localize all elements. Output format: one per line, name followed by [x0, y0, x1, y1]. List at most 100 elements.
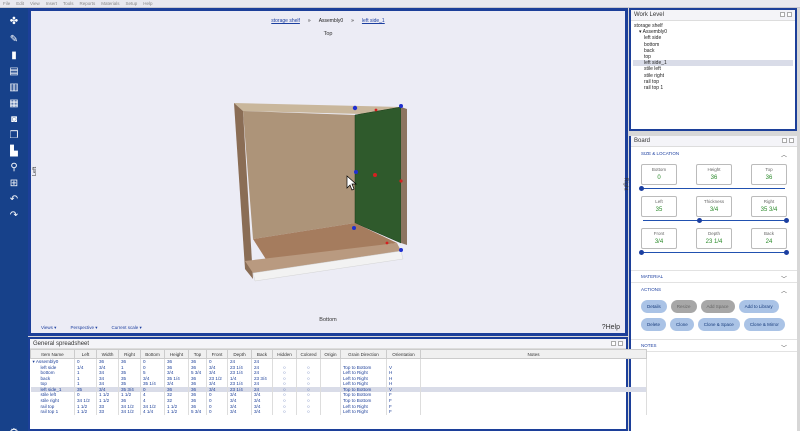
column-header[interactable]: Origin	[320, 349, 341, 359]
copy-icon[interactable]: ❐	[7, 130, 21, 142]
menu-file[interactable]: File	[3, 1, 10, 6]
column-header[interactable]: Grain Direction	[340, 349, 387, 359]
field-front[interactable]: Front 3/4	[641, 228, 677, 249]
field-value[interactable]: 3/4	[642, 239, 676, 245]
panel-close-icon[interactable]	[618, 341, 623, 346]
column-header[interactable]: Left	[74, 349, 97, 359]
field-value[interactable]: 24	[752, 239, 786, 245]
column-header[interactable]: Height	[164, 349, 189, 359]
field-left[interactable]: Left 35	[641, 196, 677, 217]
help-button[interactable]: ?Help	[602, 324, 620, 331]
column-header[interactable]: Back	[251, 349, 273, 359]
field-value[interactable]: 0	[642, 175, 676, 181]
breadcrumb-assembly[interactable]: Assembly0	[319, 18, 343, 24]
panel-restore-icon[interactable]	[782, 138, 787, 143]
column-header[interactable]: Colored	[296, 349, 321, 359]
drawer-icon[interactable]: ▤	[7, 66, 21, 78]
views-dropdown[interactable]: Views ▾	[41, 325, 56, 331]
stack-icon[interactable]: ▦	[7, 98, 21, 110]
handle-low-right[interactable]	[385, 241, 389, 245]
add-to-librarybutton[interactable]: Add to Library	[738, 300, 779, 313]
handle-bottom-left[interactable]	[352, 226, 356, 230]
breadcrumb-storage-shelf[interactable]: storage shelf	[271, 18, 300, 24]
field-back[interactable]: Back 24	[751, 228, 787, 249]
field-thickness[interactable]: Thickness 3/4	[696, 196, 732, 217]
handle-bottom-right[interactable]	[399, 248, 403, 252]
slider-knob[interactable]	[784, 218, 789, 223]
field-right[interactable]: Right 35 3/4	[751, 196, 787, 217]
chevron-up-icon[interactable]: ︿	[781, 150, 787, 159]
column-header[interactable]: Bottom	[140, 349, 165, 359]
assembly-icon[interactable]: ✤	[7, 16, 21, 28]
field-depth[interactable]: Depth 23 1/4	[696, 228, 732, 249]
menu-reports[interactable]: Reports	[80, 1, 96, 6]
slider-knob[interactable]	[639, 186, 644, 191]
chevron-down-icon[interactable]: ﹀	[781, 343, 787, 352]
actions-header[interactable]: ACTIONS ︿	[631, 283, 797, 296]
column-header[interactable]: Width	[96, 349, 119, 359]
tree-item[interactable]: rail top 1	[633, 85, 793, 91]
settings-icon[interactable]: ⚙	[9, 426, 19, 431]
cabinet-right-edge[interactable]	[401, 107, 407, 245]
table-row[interactable]: rail top 11 1/2 33 34 1/2 4 1/4 1 1/2 5 3/4 0 3…	[30, 409, 647, 415]
range-slider[interactable]	[639, 185, 789, 192]
menu-edit[interactable]: Edit	[16, 1, 24, 6]
slider-knob[interactable]	[784, 250, 789, 255]
menu-help[interactable]: Help	[143, 1, 152, 6]
cabinet-3d-model[interactable]	[31, 11, 625, 333]
chevron-down-icon[interactable]: ﹀	[781, 274, 787, 283]
menu-materials[interactable]: Materials	[101, 1, 119, 6]
shelf-icon[interactable]: ▥	[7, 82, 21, 94]
panel-restore-icon[interactable]	[780, 12, 785, 17]
align-icon[interactable]: ▙	[7, 146, 21, 158]
ruler-icon[interactable]: ✎	[7, 34, 21, 46]
field-value[interactable]: 23 1/4	[697, 239, 731, 245]
scale-dropdown[interactable]: Current scale ▾	[111, 325, 141, 331]
clone-spacebutton[interactable]: Clone & Space	[697, 318, 740, 331]
deletebutton[interactable]: Delete	[641, 318, 667, 331]
detailsbutton[interactable]: Details	[641, 300, 667, 313]
cabinet-back-panel[interactable]	[243, 111, 355, 239]
field-value[interactable]: 36	[697, 175, 731, 181]
slider-knob[interactable]	[639, 250, 644, 255]
redo-icon[interactable]: ↷	[7, 210, 21, 222]
chevron-up-icon[interactable]: ︿	[781, 286, 787, 295]
panel-restore-icon[interactable]	[611, 341, 616, 346]
size-location-header[interactable]: SIZE & LOCATION ︿	[631, 147, 797, 160]
field-value[interactable]: 3/4	[697, 207, 731, 213]
handle-top-right[interactable]	[399, 104, 403, 108]
menu-tools[interactable]: Tools	[63, 1, 74, 6]
handle-mid-right[interactable]	[399, 179, 403, 183]
column-header[interactable]: Hidden	[272, 349, 297, 359]
handle-top-mid[interactable]	[374, 108, 378, 112]
slider-knob[interactable]	[697, 218, 702, 223]
handle-top-left[interactable]	[352, 105, 358, 111]
column-header[interactable]: Orientation	[386, 349, 421, 359]
range-slider[interactable]	[639, 217, 789, 224]
material-header[interactable]: MATERIAL ﹀	[631, 270, 797, 283]
breadcrumb-left-side-1[interactable]: left side_1	[362, 18, 385, 24]
panel-icon[interactable]: ▮	[7, 50, 21, 62]
undo-icon[interactable]: ↶	[7, 194, 21, 206]
field-value[interactable]: 35 3/4	[752, 207, 786, 213]
column-header[interactable]: Top	[188, 349, 207, 359]
column-header[interactable]: Depth	[227, 349, 252, 359]
column-header[interactable]: Item Name	[30, 349, 75, 359]
notes-header[interactable]: NOTES ﹀	[631, 339, 797, 352]
camera-icon[interactable]: ◙	[7, 114, 21, 126]
menu-insert[interactable]: Insert	[46, 1, 57, 6]
perspective-dropdown[interactable]: Perspective ▾	[70, 325, 97, 331]
handle-mid-left[interactable]	[354, 170, 358, 174]
column-header[interactable]: Right	[118, 349, 141, 359]
table-cell[interactable]: rail top 1	[30, 409, 75, 415]
cabinet-right-side-selected[interactable]	[354, 106, 402, 244]
field-bottom[interactable]: Bottom 0	[641, 164, 677, 185]
field-value[interactable]: 36	[752, 175, 786, 181]
clonebutton[interactable]: Clone	[670, 318, 694, 331]
range-slider[interactable]	[639, 249, 789, 256]
handle-mid-center[interactable]	[373, 173, 377, 177]
panel-close-icon[interactable]	[789, 138, 794, 143]
field-height[interactable]: Height 36	[696, 164, 732, 185]
3d-viewport[interactable]: storage shelf » Assembly0 » left side_1 …	[28, 8, 629, 336]
field-value[interactable]: 35	[642, 207, 676, 213]
